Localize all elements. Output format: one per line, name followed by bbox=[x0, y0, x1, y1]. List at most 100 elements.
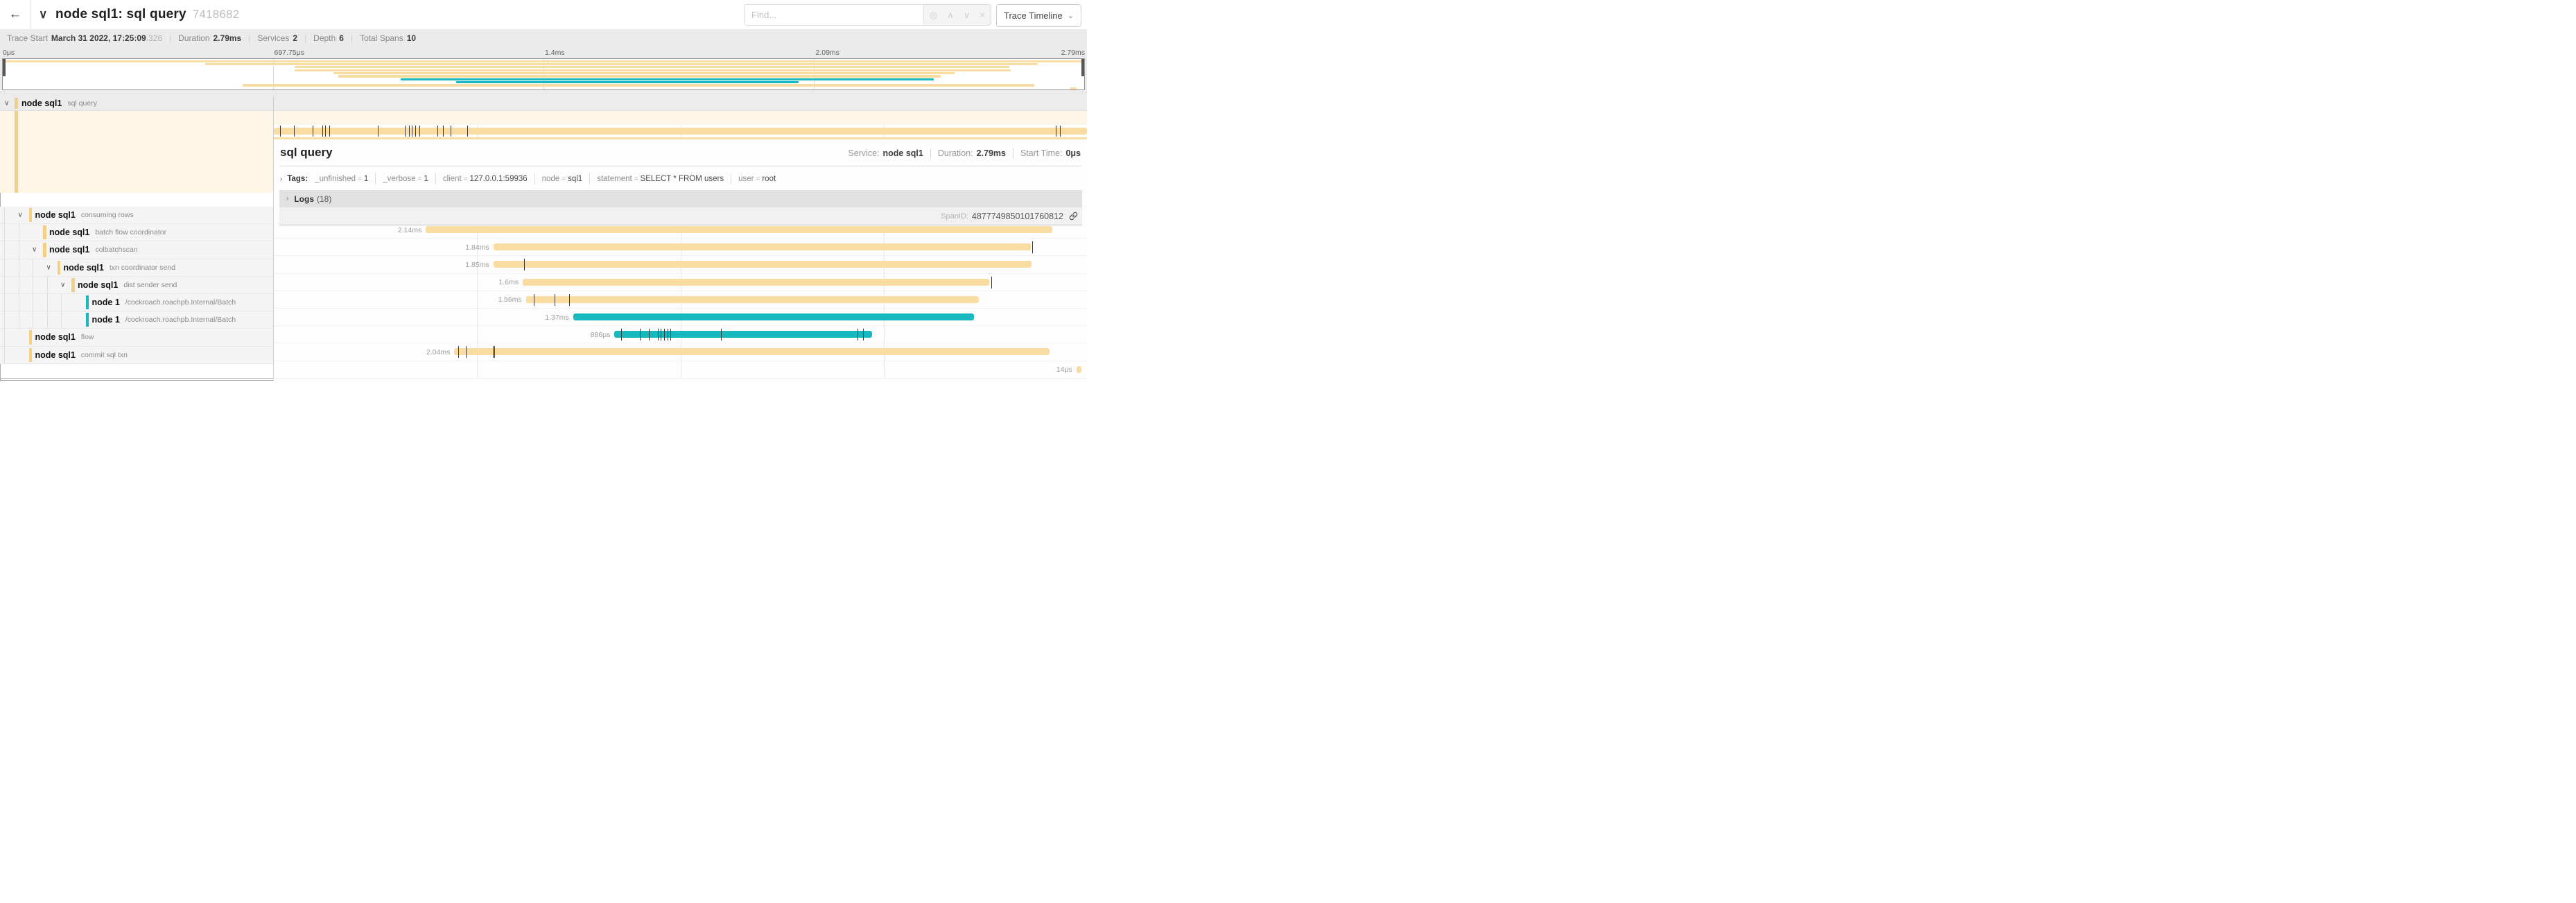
span-bar[interactable] bbox=[1077, 366, 1081, 373]
log-marker-tick bbox=[409, 126, 410, 137]
tree-guide-line bbox=[61, 294, 62, 311]
span-duration-label: 886μs bbox=[591, 326, 611, 343]
log-marker-tick bbox=[670, 329, 671, 341]
span-bar[interactable] bbox=[454, 348, 1050, 355]
next-result-icon[interactable]: ∨ bbox=[964, 10, 971, 19]
log-marker-tick bbox=[437, 126, 438, 137]
tree-guide-line bbox=[47, 311, 48, 328]
tree-guide-line bbox=[4, 347, 5, 363]
span-bar[interactable] bbox=[573, 313, 974, 320]
operation-name: batch flow coordinator bbox=[95, 228, 166, 237]
log-marker-tick bbox=[658, 329, 659, 341]
service-name: node sql1 bbox=[64, 263, 104, 273]
separator bbox=[534, 173, 535, 184]
locate-icon[interactable]: ◎ bbox=[930, 10, 937, 19]
separator bbox=[930, 148, 931, 158]
minimap-span-bar bbox=[333, 72, 954, 74]
trace-timeline-page: ← ∨ node sql1: sql query 7418682 ◎ ∧ ∨ ×… bbox=[0, 0, 1087, 381]
separator: | bbox=[304, 33, 306, 43]
span-bar[interactable] bbox=[526, 296, 979, 303]
tags-label[interactable]: Tags: bbox=[287, 175, 308, 183]
span-color-accent bbox=[71, 278, 75, 292]
log-marker-tick bbox=[863, 329, 864, 341]
minimap-canvas[interactable] bbox=[2, 58, 1085, 90]
tree-row-sql-query[interactable]: ∨ node sql1 sql query bbox=[0, 96, 1087, 111]
chevron-right-icon: › bbox=[286, 195, 288, 203]
summary-item: Total Spans10 bbox=[360, 33, 416, 43]
page-title: node sql1: sql query 7418682 bbox=[55, 0, 239, 29]
minimap-span-bar bbox=[338, 75, 941, 77]
separator bbox=[589, 173, 590, 184]
minimap-left-scrubber-handle[interactable] bbox=[3, 59, 6, 76]
chevron-down-icon[interactable]: ∨ bbox=[18, 212, 23, 219]
panel-divider[interactable] bbox=[273, 96, 274, 379]
log-marker-tick bbox=[415, 126, 416, 137]
minimap-span-bar bbox=[456, 81, 799, 83]
log-marker-tick bbox=[294, 126, 295, 137]
logs-count: (18) bbox=[317, 194, 331, 204]
trace-name: node sql1: sql query bbox=[55, 7, 186, 22]
tree-guide-line bbox=[61, 311, 62, 328]
span-duration-label: 14μs bbox=[1056, 361, 1072, 379]
tag-item: statement=SELECT * FROM users bbox=[597, 175, 724, 183]
span-row: 1.37ms bbox=[274, 309, 1087, 326]
summary-item: Depth6 bbox=[313, 33, 344, 43]
view-selector-label: Trace Timeline bbox=[1004, 10, 1063, 21]
prev-result-icon[interactable]: ∧ bbox=[947, 10, 954, 19]
tree-guide-line bbox=[4, 224, 5, 241]
separator: | bbox=[351, 33, 353, 43]
trace-id-short: 7418682 bbox=[193, 8, 240, 22]
log-marker-tick bbox=[1060, 126, 1061, 137]
minimap-right-scrubber-handle[interactable] bbox=[1081, 59, 1084, 76]
summary-item: Services2 bbox=[257, 33, 297, 43]
span-bar[interactable] bbox=[523, 279, 989, 286]
log-marker-tick bbox=[458, 346, 459, 358]
span-bar[interactable] bbox=[494, 261, 1032, 268]
chevron-down-icon[interactable]: ∨ bbox=[60, 281, 65, 289]
clear-search-icon[interactable]: × bbox=[980, 10, 985, 19]
back-arrow-icon[interactable]: ← bbox=[0, 0, 31, 29]
timeline-panel: sql query Service:node sql1Duration:2.79… bbox=[274, 125, 1087, 381]
chevron-right-icon[interactable]: › bbox=[280, 175, 282, 183]
copy-link-icon[interactable] bbox=[1069, 212, 1078, 221]
log-marker-tick bbox=[494, 346, 495, 358]
span-color-accent bbox=[43, 243, 46, 257]
tags-row: › Tags: _unfinished=1_verbose=1client=12… bbox=[280, 171, 1081, 187]
minimap-time-label: 2.09ms bbox=[816, 49, 839, 57]
logs-accordion[interactable]: › Logs (18) bbox=[279, 190, 1082, 207]
span-bar[interactable] bbox=[614, 331, 872, 338]
service-name: node sql1 bbox=[35, 332, 76, 342]
span-row: 1.85ms bbox=[274, 256, 1087, 273]
trace-view-selector-button[interactable]: Trace Timeline ⌄ bbox=[996, 4, 1081, 27]
summary-item: Duration2.79ms bbox=[178, 33, 241, 43]
minimap-span-bar bbox=[3, 60, 1084, 62]
trace-collapse-chevron-icon[interactable]: ∨ bbox=[39, 0, 47, 29]
tree-guide-line bbox=[4, 241, 5, 258]
span-id-value: 4877749850101760812 bbox=[972, 212, 1063, 221]
tree-guide-line bbox=[4, 259, 5, 276]
service-name: node sql1 bbox=[49, 227, 89, 237]
span-color-accent bbox=[15, 98, 18, 109]
tree-guide-line bbox=[4, 311, 5, 328]
minimap-span-bar bbox=[401, 78, 934, 80]
span-row: 14μs bbox=[274, 361, 1087, 379]
tag-item: client=127.0.0.1:59936 bbox=[443, 175, 528, 183]
span-duration-label: 1.37ms bbox=[545, 309, 568, 326]
span-id-strip: SpanID: 4877749850101760812 bbox=[279, 207, 1082, 225]
chevron-down-icon[interactable]: ∨ bbox=[4, 100, 9, 108]
chevron-down-icon[interactable]: ∨ bbox=[32, 246, 37, 254]
service-name: node sql1 bbox=[21, 98, 62, 108]
span-bar[interactable] bbox=[274, 128, 1087, 135]
chevron-down-icon[interactable]: ∨ bbox=[46, 264, 51, 271]
span-bar[interactable] bbox=[494, 243, 1031, 250]
log-marker-tick bbox=[640, 329, 641, 341]
service-name: node sql1 bbox=[35, 350, 76, 360]
span-bar[interactable] bbox=[426, 226, 1052, 233]
detail-span-title[interactable]: sql query bbox=[280, 146, 333, 160]
summary-item: Trace StartMarch 31 2022, 17:25:09.326 bbox=[7, 33, 162, 43]
tag-item: _unfinished=1 bbox=[315, 175, 368, 183]
find-input[interactable] bbox=[745, 5, 923, 25]
separator: | bbox=[169, 33, 171, 43]
root-span-row[interactable] bbox=[274, 125, 1087, 139]
span-color-accent bbox=[15, 111, 18, 193]
